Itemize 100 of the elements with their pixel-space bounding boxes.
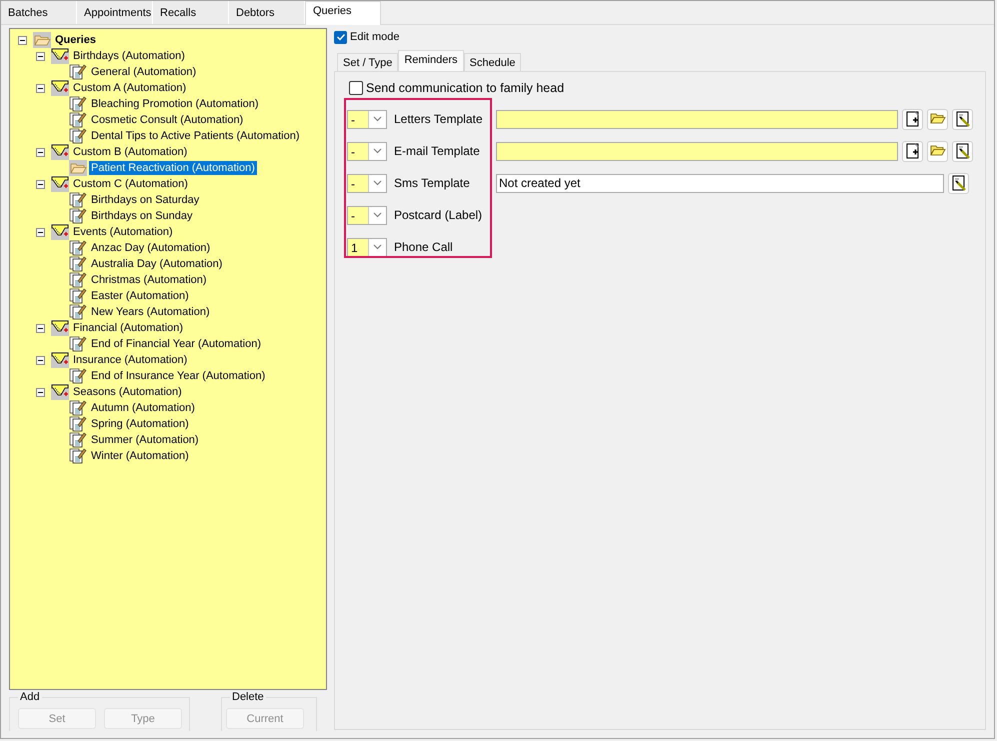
new-document-icon — [904, 110, 922, 128]
tab[interactable]: Queries — [305, 1, 381, 25]
new-button[interactable] — [902, 140, 923, 162]
tab[interactable]: Appointments — [77, 1, 153, 24]
tab[interactable]: Debtors — [229, 1, 305, 24]
collapse-toggle[interactable] — [36, 52, 45, 60]
edit-document-icon — [950, 174, 968, 192]
new-document-icon — [904, 142, 922, 160]
document-pencil-icon — [69, 432, 87, 448]
tab[interactable]: Set / Type — [337, 53, 398, 71]
tab[interactable]: Reminders — [398, 50, 464, 71]
collapse-toggle[interactable] — [36, 148, 45, 156]
document-pencil-icon — [69, 448, 87, 464]
edit-button[interactable] — [952, 108, 973, 130]
tree-item[interactable]: Cosmetic Consult (Automation) — [89, 113, 246, 127]
tree-item[interactable]: Birthdays on Sunday — [89, 209, 195, 223]
tree-item[interactable]: Birthdays (Automation) — [71, 49, 187, 63]
tree-item[interactable]: Christmas (Automation) — [89, 273, 209, 287]
collapse-toggle[interactable] — [36, 180, 45, 188]
document-pencil-icon — [69, 128, 87, 144]
group-title: Delete — [230, 691, 266, 703]
tree-item[interactable]: Insurance (Automation) — [71, 353, 190, 367]
tree-item[interactable]: Autumn (Automation) — [89, 401, 197, 415]
chevron-icon — [368, 142, 386, 160]
tree-item[interactable]: Dental Tips to Active Patients (Automation) — [89, 129, 302, 143]
checkbox[interactable] — [349, 81, 363, 95]
document-pencil-icon — [69, 272, 87, 288]
field-label: E-mail Template — [394, 144, 481, 158]
collapse-toggle[interactable] — [18, 36, 27, 44]
tab[interactable]: Recalls — [153, 1, 229, 24]
chevron-icon — [368, 110, 386, 128]
field-label: Postcard (Label) — [394, 208, 484, 222]
tree-item[interactable]: New Years (Automation) — [89, 305, 212, 319]
tree-item[interactable]: End of Insurance Year (Automation) — [89, 369, 268, 383]
chevron-icon — [368, 238, 386, 256]
tree-item[interactable]: Patient Reactivation (Automation) — [89, 161, 257, 175]
collapse-toggle[interactable] — [36, 84, 45, 92]
folder-icon — [69, 160, 87, 176]
group-title: Add — [18, 691, 42, 703]
template-field[interactable]: Not created yet — [496, 174, 944, 192]
tree-item[interactable]: Financial (Automation) — [71, 321, 186, 335]
document-pencil-icon — [69, 400, 87, 416]
document-pencil-icon — [69, 416, 87, 432]
tab[interactable]: Schedule — [464, 53, 522, 71]
tree-item[interactable]: General (Automation) — [89, 65, 198, 79]
open-button[interactable] — [927, 140, 948, 162]
edit-button[interactable] — [948, 172, 969, 194]
field-label: Phone Call — [394, 240, 454, 254]
tree-item[interactable]: Queries — [53, 33, 98, 47]
funnel-icon — [51, 352, 69, 368]
field-label: Sms Template — [394, 176, 471, 190]
tab[interactable]: Batches — [1, 1, 77, 24]
collapse-toggle[interactable] — [36, 228, 45, 236]
tree-item[interactable]: Australia Day (Automation) — [89, 257, 224, 271]
tree-item[interactable]: Custom A (Automation) — [71, 81, 188, 95]
checkbox-label: Send communication to family head — [366, 81, 564, 95]
document-pencil-icon — [69, 240, 87, 256]
tree-item[interactable]: Events (Automation) — [71, 225, 175, 239]
tree-item[interactable]: Summer (Automation) — [89, 433, 201, 447]
funnel-icon — [51, 80, 69, 96]
collapse-toggle[interactable] — [36, 356, 45, 364]
tree-item[interactable]: Winter (Automation) — [89, 449, 191, 463]
order-dropdown[interactable]: - — [347, 206, 387, 224]
funnel-icon — [51, 144, 69, 160]
document-pencil-icon — [69, 304, 87, 320]
document-pencil-icon — [69, 64, 87, 80]
document-pencil-icon — [69, 256, 87, 272]
document-pencil-icon — [69, 368, 87, 384]
tree-item[interactable]: Custom B (Automation) — [71, 145, 190, 159]
tree-item[interactable]: Anzac Day (Automation) — [89, 241, 212, 255]
document-pencil-icon — [69, 96, 87, 112]
tree-item[interactable]: Spring (Automation) — [89, 417, 191, 431]
open-button[interactable] — [927, 108, 948, 130]
document-pencil-icon — [69, 288, 87, 304]
funnel-icon — [51, 176, 69, 192]
document-pencil-icon — [69, 192, 87, 208]
funnel-icon — [51, 48, 69, 64]
template-field[interactable] — [496, 142, 898, 160]
document-pencil-icon — [69, 208, 87, 224]
order-dropdown[interactable]: - — [347, 174, 387, 192]
tree-item[interactable]: Bleaching Promotion (Automation) — [89, 97, 261, 111]
template-field[interactable] — [496, 110, 898, 128]
chevron-icon — [368, 174, 386, 192]
collapse-toggle[interactable] — [36, 324, 45, 332]
tree-item[interactable]: End of Financial Year (Automation) — [89, 337, 263, 351]
checkbox[interactable] — [334, 30, 347, 44]
edit-button[interactable] — [952, 140, 973, 162]
tree-item[interactable]: Easter (Automation) — [89, 289, 191, 303]
tree-item[interactable]: Birthdays on Saturday — [89, 193, 202, 207]
order-dropdown[interactable]: - — [347, 110, 387, 128]
tree-item[interactable]: Seasons (Automation) — [71, 385, 184, 399]
tree-item[interactable]: Custom C (Automation) — [71, 177, 190, 191]
checkbox-label: Edit mode — [350, 31, 400, 43]
field-label: Letters Template — [394, 112, 484, 126]
new-button[interactable] — [902, 108, 923, 130]
order-dropdown[interactable]: 1 — [347, 238, 387, 256]
edit-document-icon — [954, 110, 972, 128]
collapse-toggle[interactable] — [36, 388, 45, 396]
order-dropdown[interactable]: - — [347, 142, 387, 160]
edit-document-icon — [954, 142, 972, 160]
